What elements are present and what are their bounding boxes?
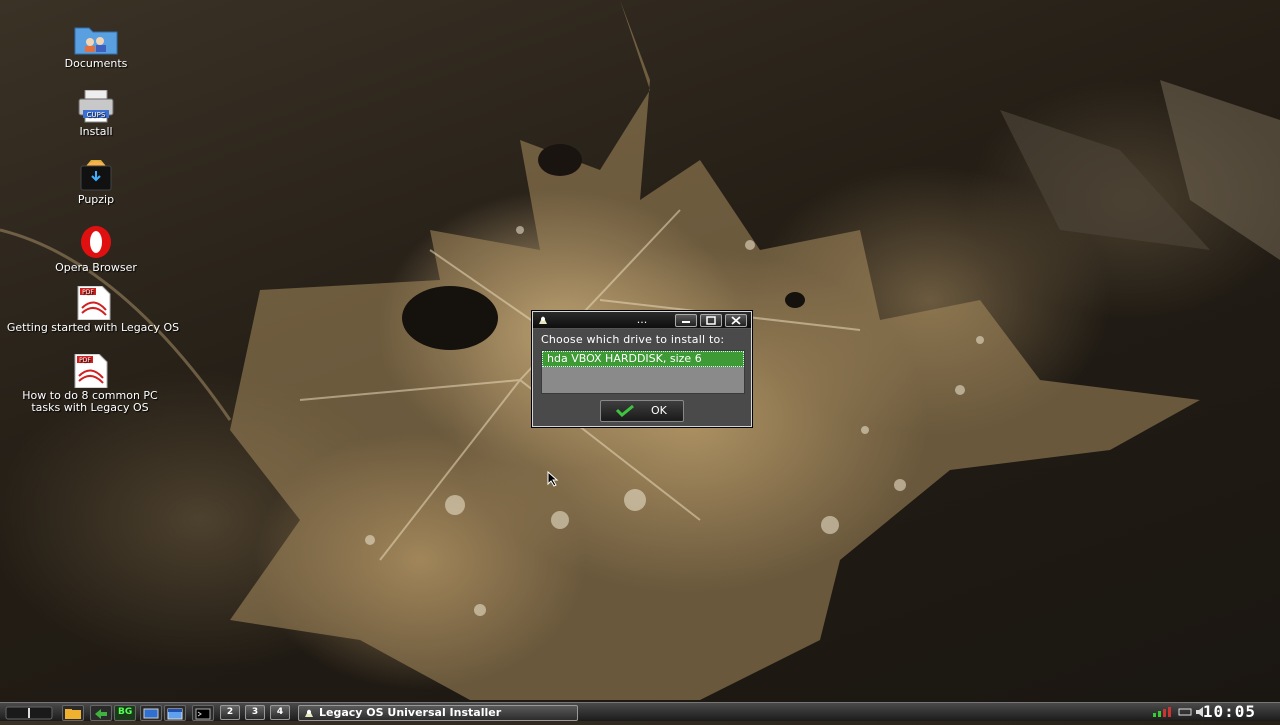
- desktop-icon-label: Install: [79, 125, 113, 138]
- workspace-4[interactable]: 4: [270, 705, 290, 720]
- desktop-icon-install[interactable]: CUPS Install: [6, 89, 186, 138]
- back-icon: [95, 709, 107, 719]
- quicklaunch-window[interactable]: [164, 705, 186, 721]
- desktop-icon-documents[interactable]: Documents: [6, 22, 186, 70]
- clock[interactable]: 10:05: [1203, 703, 1256, 721]
- taskbar: BG 2 3 4 Legacy OS Universal Installer 1…: [0, 702, 1280, 721]
- pupzip-archive-icon: [73, 158, 119, 192]
- minimize-button[interactable]: [675, 314, 697, 327]
- quicklaunch-terminal[interactable]: [192, 705, 214, 721]
- taskbar-task-installer[interactable]: Legacy OS Universal Installer: [298, 705, 578, 721]
- minimize-icon: [682, 321, 690, 323]
- ok-button[interactable]: OK: [600, 400, 684, 422]
- network-icon[interactable]: [1152, 707, 1174, 717]
- drive-list-item[interactable]: hda VBOX HARDDISK, size 6: [542, 351, 744, 367]
- tray-icon[interactable]: [1178, 707, 1192, 717]
- quicklaunch-folder[interactable]: [62, 705, 84, 721]
- bg-icon: BG: [118, 707, 133, 717]
- folder-icon: [65, 709, 81, 719]
- pdf-badge: PDF: [79, 357, 91, 364]
- ok-label: OK: [651, 404, 667, 417]
- maximize-icon: [706, 316, 716, 325]
- quicklaunch-bg[interactable]: BG: [114, 705, 136, 721]
- desktop-icon-getting-started[interactable]: PDF Getting started with Legacy OS: [3, 285, 183, 334]
- close-icon: [731, 316, 741, 325]
- checkmark-icon: [615, 404, 634, 417]
- app-icon: [305, 709, 313, 717]
- pdf-badge: PDF: [82, 289, 94, 296]
- cups-badge: CUPS: [87, 111, 106, 119]
- close-button[interactable]: [725, 314, 747, 327]
- pdf-icon: PDF: [67, 353, 113, 389]
- quicklaunch-monitor[interactable]: [140, 705, 162, 721]
- desktop-icon-label: Documents: [64, 57, 128, 70]
- desktop-icon-opera[interactable]: Opera Browser: [6, 226, 186, 274]
- opera-icon: [73, 226, 119, 260]
- desktop-icon-label: Opera Browser: [55, 261, 137, 274]
- desktop-icon-pupzip[interactable]: Pupzip: [6, 158, 186, 206]
- desktop-icon-label: Pupzip: [77, 193, 115, 206]
- documents-folder-icon: [73, 22, 119, 56]
- workspace-3[interactable]: 3: [245, 705, 265, 720]
- terminal-icon: [195, 708, 211, 720]
- install-prompt: Choose which drive to install to:: [541, 333, 725, 346]
- desktop-icon-label: Getting started with Legacy OS: [6, 321, 180, 334]
- printer-install-icon: CUPS: [73, 89, 119, 124]
- pdf-icon: PDF: [70, 285, 116, 321]
- monitor-icon: [143, 708, 159, 719]
- menu-button[interactable]: [4, 705, 54, 720]
- quicklaunch-back[interactable]: [90, 705, 112, 721]
- menu-icon: [5, 706, 53, 720]
- dialog-titlebar[interactable]: ...: [533, 312, 751, 329]
- workspace-2[interactable]: 2: [220, 705, 240, 720]
- task-label: Legacy OS Universal Installer: [319, 706, 502, 719]
- installer-dialog: ... Choose which drive to install to: hd…: [532, 311, 752, 427]
- desktop-icon-label: How to do 8 common PC tasks with Legacy …: [22, 389, 158, 414]
- window-icon: [167, 708, 183, 720]
- drive-list[interactable]: hda VBOX HARDDISK, size 6: [541, 350, 745, 394]
- maximize-button[interactable]: [700, 314, 722, 327]
- desktop-icon-how-to[interactable]: PDF How to do 8 common PC tasks with Leg…: [0, 353, 180, 414]
- mouse-cursor: [547, 471, 559, 487]
